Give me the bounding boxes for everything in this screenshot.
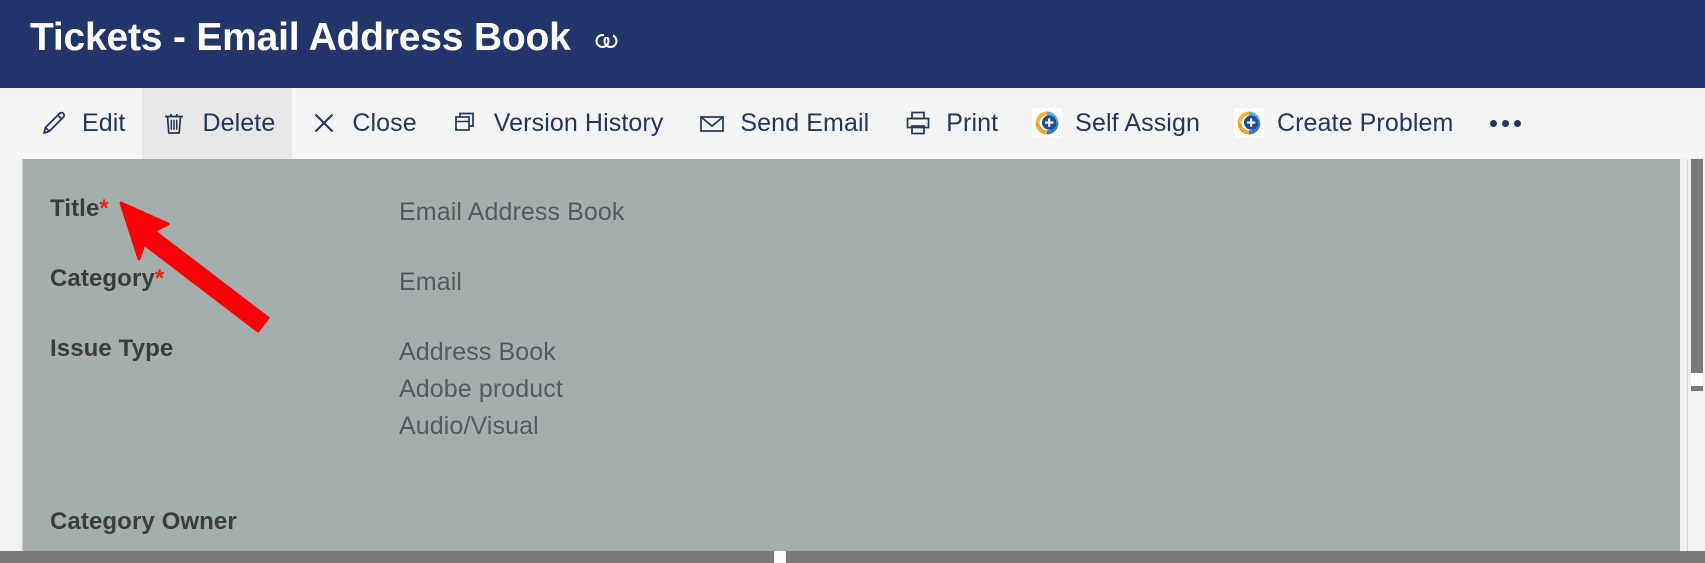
print-button[interactable]: Print bbox=[886, 88, 1015, 159]
pencil-icon bbox=[39, 108, 69, 138]
field-row-category-owner: Category Owner bbox=[23, 507, 1680, 537]
send-email-button-label: Send Email bbox=[740, 109, 870, 137]
close-button-label: Close bbox=[352, 109, 417, 137]
vertical-scrollbar-thumb[interactable] bbox=[1691, 159, 1703, 391]
delete-button-label: Delete bbox=[202, 109, 276, 137]
more-options-button[interactable] bbox=[1470, 88, 1541, 159]
create-problem-button-label: Create Problem bbox=[1276, 109, 1454, 137]
field-label-category-owner: Category Owner bbox=[50, 508, 237, 535]
field-value-title: Email Address Book bbox=[399, 198, 625, 226]
trash-icon bbox=[159, 108, 189, 138]
field-row-issue-type: Issue Type Address Book Adobe product Au… bbox=[23, 334, 1680, 445]
print-button-label: Print bbox=[946, 109, 999, 137]
version-history-icon bbox=[451, 108, 481, 138]
send-email-button[interactable]: Send Email bbox=[680, 88, 886, 159]
close-button[interactable]: Close bbox=[292, 88, 433, 159]
field-value-issue-type: Address Book Adobe product Audio/Visual bbox=[399, 334, 563, 445]
form-scroll-region: Title* Email Address Book Category* Emai… bbox=[0, 159, 1705, 551]
ticket-detail-window: Tickets - Email Address Book Edit Delete… bbox=[0, 0, 1705, 563]
ticket-field-list: Title* Email Address Book Category* Emai… bbox=[23, 159, 1680, 537]
field-label-issue-type: Issue Type bbox=[50, 335, 174, 362]
self-assign-button[interactable]: Self Assign bbox=[1015, 88, 1217, 159]
page-title: Tickets - Email Address Book bbox=[30, 16, 571, 59]
issue-type-option: Adobe product bbox=[399, 375, 563, 403]
field-label-title: Title* bbox=[50, 195, 109, 222]
field-value-category: Email bbox=[399, 268, 463, 296]
delete-button[interactable]: Delete bbox=[142, 87, 293, 159]
issue-type-option: Address Book bbox=[399, 338, 556, 366]
field-row-title: Title* Email Address Book bbox=[23, 194, 1680, 231]
horizontal-scrollbar-notch bbox=[774, 551, 786, 563]
field-label-category: Category* bbox=[50, 265, 165, 292]
ticket-form-pane: Title* Email Address Book Category* Emai… bbox=[22, 159, 1680, 551]
vertical-scrollbar-notch bbox=[1691, 373, 1703, 386]
edit-button[interactable]: Edit bbox=[22, 88, 142, 159]
edit-button-label: Edit bbox=[82, 109, 126, 137]
printer-icon bbox=[903, 108, 933, 138]
ellipsis-dot bbox=[1514, 119, 1522, 127]
horizontal-scrollbar[interactable] bbox=[0, 551, 1705, 563]
required-asterisk: * bbox=[99, 195, 109, 222]
envelope-icon bbox=[697, 108, 727, 138]
ellipsis-dot bbox=[1490, 119, 1498, 127]
required-asterisk: * bbox=[154, 265, 165, 292]
version-history-button[interactable]: Version History bbox=[434, 88, 681, 159]
window-title-bar: Tickets - Email Address Book bbox=[0, 0, 1705, 88]
link-chain-icon[interactable] bbox=[593, 28, 619, 54]
self-assign-button-label: Self Assign bbox=[1075, 109, 1200, 137]
close-x-icon bbox=[309, 108, 339, 138]
vertical-scrollbar[interactable] bbox=[1687, 159, 1705, 551]
workflow-plus-icon bbox=[1032, 108, 1063, 138]
ellipsis-dot bbox=[1502, 119, 1510, 127]
workflow-plus-icon bbox=[1233, 108, 1264, 138]
command-toolbar: Edit Delete Close Version History Send E… bbox=[0, 87, 1705, 159]
create-problem-button[interactable]: Create Problem bbox=[1217, 88, 1470, 159]
field-row-category: Category* Email bbox=[23, 264, 1680, 301]
issue-type-option: Audio/Visual bbox=[399, 412, 539, 440]
version-history-button-label: Version History bbox=[493, 109, 664, 137]
